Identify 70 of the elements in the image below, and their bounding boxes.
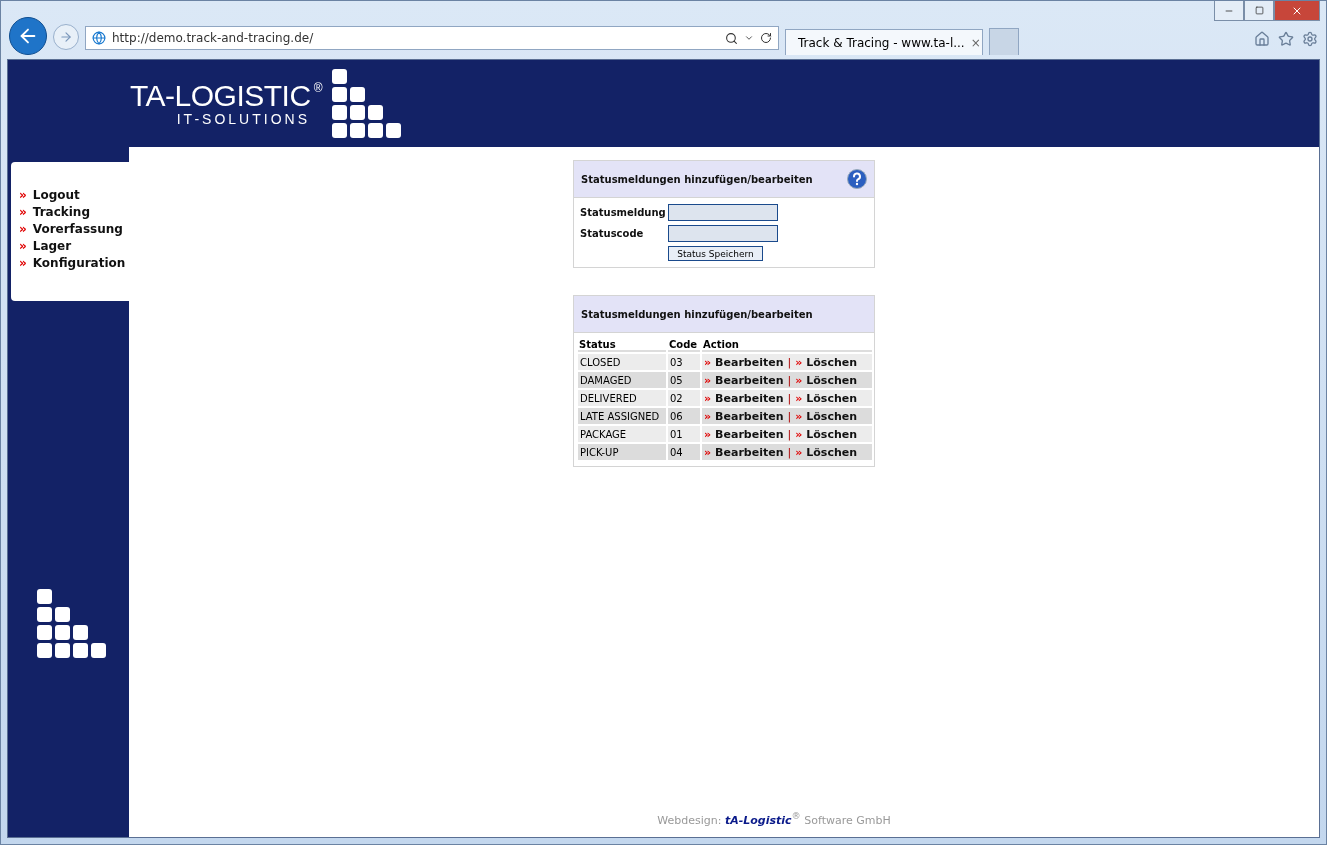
table-cell: PACKAGE xyxy=(578,426,666,442)
sidebar-link[interactable]: » Tracking xyxy=(19,205,129,219)
settings-icon[interactable] xyxy=(1302,31,1318,47)
table-cell: 02 xyxy=(668,390,700,406)
table-cell: DELIVERED xyxy=(578,390,666,406)
maximize-icon xyxy=(1254,6,1264,15)
save-button[interactable]: Status Speichern xyxy=(668,246,763,261)
edit-link[interactable]: » Bearbeiten xyxy=(704,427,784,441)
address-bar[interactable]: http://demo.track-and-tracing.de/ xyxy=(85,26,779,50)
input-field[interactable] xyxy=(668,225,778,242)
sidebar-link[interactable]: » Vorerfassung xyxy=(19,222,129,236)
edit-link[interactable]: » Bearbeiten xyxy=(704,409,784,423)
field-label: Statuscode xyxy=(580,228,645,239)
separator: | xyxy=(787,445,792,459)
table-cell: CLOSED xyxy=(578,354,666,370)
browser-tab[interactable]: Track & Tracing - www.ta-l... × xyxy=(785,29,983,55)
blocks-icon xyxy=(37,589,106,658)
panel-title: Statusmeldungen hinzufügen/bearbeiten xyxy=(581,308,813,320)
panel-title: Statusmeldungen hinzufügen/bearbeiten xyxy=(581,173,813,185)
delete-link[interactable]: » Löschen xyxy=(795,355,858,369)
delete-link[interactable]: » Löschen xyxy=(795,373,858,387)
separator: | xyxy=(787,355,792,369)
separator: | xyxy=(787,391,792,405)
separator: | xyxy=(787,427,792,441)
sidebar-link[interactable]: » Konfiguration xyxy=(19,256,129,270)
table-cell: PICK-UP xyxy=(578,444,666,460)
back-button[interactable] xyxy=(9,17,47,55)
edit-link[interactable]: » Bearbeiten xyxy=(704,391,784,405)
column-header: Action xyxy=(702,339,872,352)
table-cell: 03 xyxy=(668,354,700,370)
home-icon[interactable] xyxy=(1254,31,1270,47)
table-cell: 04 xyxy=(668,444,700,460)
field-label: Statusmeldung xyxy=(580,207,667,218)
separator: | xyxy=(787,409,792,423)
star-icon[interactable] xyxy=(1278,31,1294,47)
maximize-button[interactable] xyxy=(1244,1,1274,21)
edit-link[interactable]: » Bearbeiten xyxy=(704,445,784,459)
caret-icon[interactable] xyxy=(744,33,754,43)
forward-button[interactable] xyxy=(53,24,79,50)
sidebar-link[interactable]: » Logout xyxy=(19,188,129,202)
logo-subtitle: IT-SOLUTIONS xyxy=(176,110,310,127)
table-cell: 05 xyxy=(668,372,700,388)
column-header: Code xyxy=(668,339,700,352)
separator: | xyxy=(787,373,792,387)
forward-icon xyxy=(59,30,73,44)
help-icon[interactable] xyxy=(847,169,867,189)
tab-title: Track & Tracing - www.ta-l... xyxy=(798,35,965,50)
column-header: Status xyxy=(578,339,666,352)
logo-blocks-icon xyxy=(331,69,401,138)
delete-link[interactable]: » Löschen xyxy=(795,427,858,441)
registered-mark: ® xyxy=(313,80,322,95)
footer-credit: Webdesign: tA-Logistic$^{®}$ Software GmbH xyxy=(657,810,891,827)
delete-link[interactable]: » Löschen xyxy=(795,409,858,423)
delete-link[interactable]: » Löschen xyxy=(795,391,858,405)
refresh-icon[interactable] xyxy=(760,32,772,44)
globe-icon xyxy=(92,31,106,45)
delete-link[interactable]: » Löschen xyxy=(795,445,858,459)
table-cell: LATE ASSIGNED xyxy=(578,408,666,424)
table-cell: DAMAGED xyxy=(578,372,666,388)
edit-link[interactable]: » Bearbeiten xyxy=(704,355,784,369)
logo-name: TA-LOGISTIC xyxy=(130,80,311,111)
new-tab-button[interactable] xyxy=(989,28,1019,55)
edit-link[interactable]: » Bearbeiten xyxy=(704,373,784,387)
sidebar-link[interactable]: » Lager xyxy=(19,239,129,253)
table-cell: 06 xyxy=(668,408,700,424)
input-field[interactable] xyxy=(668,204,778,221)
tab-close-button[interactable]: × xyxy=(970,35,981,50)
search-icon[interactable] xyxy=(725,31,738,45)
minimize-button[interactable] xyxy=(1214,1,1244,21)
table-cell: 01 xyxy=(668,426,700,442)
